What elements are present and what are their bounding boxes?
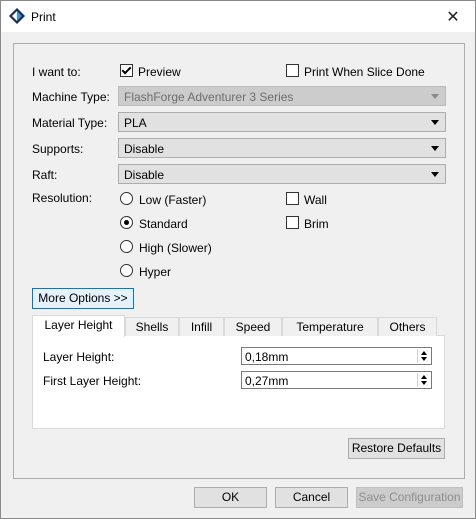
brim-label[interactable]: Brim — [304, 217, 329, 231]
more-options-button[interactable]: More Options >> — [32, 288, 134, 309]
ok-button[interactable]: OK — [194, 487, 267, 508]
wall-label[interactable]: Wall — [304, 193, 327, 207]
wall-checkbox[interactable] — [286, 192, 299, 205]
chevron-down-icon — [431, 172, 439, 177]
resolution-label: Resolution: — [32, 191, 93, 205]
resolution-high-label[interactable]: High (Slower) — [139, 241, 212, 255]
layer-height-label: Layer Height: — [43, 350, 115, 364]
tab-others[interactable]: Others — [378, 317, 437, 336]
supports-select[interactable]: Disable — [118, 138, 446, 158]
resolution-standard-radio[interactable] — [120, 216, 133, 229]
tab-layer-height[interactable]: Layer Height — [32, 315, 125, 337]
machine-type-label: Machine Type: — [32, 90, 110, 104]
machine-type-select: FlashForge Adventurer 3 Series — [118, 86, 446, 106]
preview-label[interactable]: Preview — [138, 65, 181, 79]
tab-shells[interactable]: Shells — [125, 317, 179, 336]
material-type-value: PLA — [124, 116, 147, 130]
flashprint-app-icon — [9, 8, 25, 24]
resolution-hyper-radio[interactable] — [120, 264, 133, 277]
brim-checkbox[interactable] — [286, 216, 299, 229]
supports-value: Disable — [124, 142, 165, 156]
title-bar[interactable]: Print ✕ — [1, 1, 475, 32]
material-type-select[interactable]: PLA — [118, 112, 446, 132]
raft-select[interactable]: Disable — [118, 164, 446, 184]
first-layer-height-spinbox[interactable]: 0,27mm — [241, 371, 432, 389]
chevron-down-icon — [431, 146, 439, 151]
raft-label: Raft: — [32, 168, 58, 182]
first-layer-height-label: First Layer Height: — [43, 374, 142, 388]
close-button[interactable]: ✕ — [431, 1, 475, 32]
tab-infill[interactable]: Infill — [179, 317, 224, 336]
supports-label: Supports: — [32, 142, 84, 156]
first-layer-height-value: 0,27mm — [245, 374, 289, 388]
resolution-high-radio[interactable] — [120, 240, 133, 253]
restore-defaults-button[interactable]: Restore Defaults — [348, 438, 445, 459]
material-type-label: Material Type: — [32, 116, 108, 130]
spin-buttons[interactable] — [417, 373, 430, 387]
resolution-low-label[interactable]: Low (Faster) — [139, 193, 206, 207]
raft-value: Disable — [124, 168, 165, 182]
preview-checkbox[interactable] — [120, 64, 133, 77]
print-when-slice-done-label[interactable]: Print When Slice Done — [304, 65, 425, 79]
resolution-low-radio[interactable] — [120, 192, 133, 205]
layer-height-value: 0,18mm — [245, 350, 289, 364]
spin-up-icon[interactable] — [421, 351, 427, 355]
tab-speed[interactable]: Speed — [224, 317, 282, 336]
spin-down-icon[interactable] — [421, 381, 427, 385]
cancel-button[interactable]: Cancel — [275, 487, 348, 508]
machine-type-value: FlashForge Adventurer 3 Series — [124, 90, 294, 104]
layer-height-spinbox[interactable]: 0,18mm — [241, 347, 432, 365]
close-icon: ✕ — [446, 8, 460, 26]
i-want-to-label: I want to: — [32, 65, 81, 79]
print-dialog: Print ✕ I want to: Preview Print When Sl… — [0, 0, 476, 519]
window-title: Print — [31, 10, 56, 24]
chevron-down-icon — [431, 120, 439, 125]
chevron-down-icon — [431, 94, 439, 99]
spin-up-icon[interactable] — [421, 375, 427, 379]
print-when-slice-done-checkbox[interactable] — [286, 64, 299, 77]
spin-buttons[interactable] — [417, 349, 430, 363]
tab-temperature[interactable]: Temperature — [282, 317, 378, 336]
save-configuration-button: Save Configuration — [356, 487, 463, 508]
resolution-hyper-label[interactable]: Hyper — [139, 265, 171, 279]
spin-down-icon[interactable] — [421, 357, 427, 361]
resolution-standard-label[interactable]: Standard — [139, 217, 188, 231]
